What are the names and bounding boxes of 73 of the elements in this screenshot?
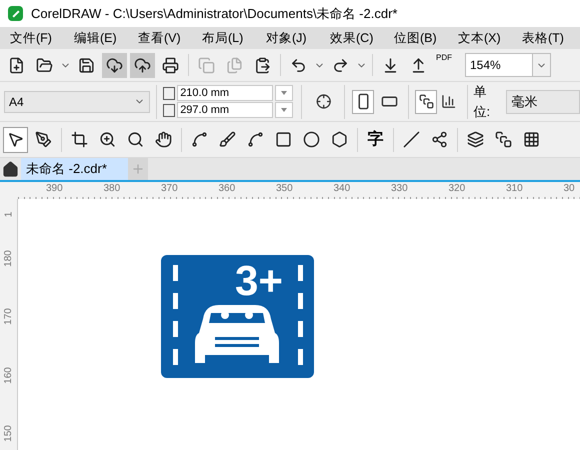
- paste-icon: [254, 56, 271, 74]
- ruler-label: 390: [46, 182, 64, 196]
- ruler-label: 150: [2, 425, 15, 442]
- ruler-label: 310: [506, 182, 524, 196]
- pointer-icon: [7, 131, 24, 148]
- redo-icon: [332, 56, 349, 74]
- toolbar-button[interactable]: [102, 52, 127, 78]
- ruler-label: 160: [2, 366, 15, 384]
- rectangle-icon: [275, 131, 292, 148]
- units-dropdown[interactable]: 毫米: [506, 90, 580, 114]
- crop-icon: [71, 131, 88, 148]
- hand-icon: [155, 131, 172, 148]
- pages-icon: [418, 94, 434, 109]
- line-icon: [403, 131, 420, 148]
- new-document-icon: [8, 56, 25, 74]
- menu-item[interactable]: 表格(T): [512, 28, 576, 48]
- plus-icon: [131, 162, 145, 176]
- menu-item[interactable]: 对象(J): [256, 28, 320, 48]
- open-folder-icon: [36, 56, 53, 74]
- app-logo-icon: [8, 6, 23, 21]
- window-title: CorelDRAW - C:\Users\Administrator\Documents\未命名 -2.cdr*: [31, 4, 398, 23]
- menu-item[interactable]: 文本(X): [448, 28, 512, 48]
- tool-button[interactable]: 字: [363, 126, 388, 152]
- polygon-icon: [331, 131, 348, 148]
- print-icon: [162, 56, 179, 74]
- sign-label: 3+: [235, 257, 283, 304]
- home-icon: [2, 160, 19, 178]
- import-icon: [382, 56, 399, 74]
- current-page-icon: [441, 93, 457, 110]
- zoom-field[interactable]: 154%: [465, 53, 551, 77]
- ruler-label: 350: [276, 182, 294, 196]
- search-icon: [127, 131, 144, 148]
- page-height-field[interactable]: 297.0 mm: [177, 102, 274, 118]
- width-icon: [163, 86, 176, 100]
- tool-button[interactable]: [3, 126, 28, 152]
- menu-item[interactable]: 效果(C): [320, 28, 384, 48]
- menu-item[interactable]: 文件(F): [0, 28, 64, 48]
- cloud-upload-icon: [134, 56, 151, 74]
- ruler-label: 180: [2, 250, 15, 267]
- ruler-label: 360: [218, 182, 236, 196]
- ruler-label: 330: [391, 182, 409, 196]
- menu-item[interactable]: 编辑(E): [64, 28, 128, 48]
- page-width-field[interactable]: 210.0 mm: [177, 85, 274, 101]
- all-pages-button[interactable]: [415, 90, 438, 114]
- save-icon: [78, 56, 95, 74]
- toolbar-button[interactable]: [130, 52, 155, 78]
- curve-icon: [191, 131, 208, 148]
- ruler-label: 320: [448, 182, 466, 196]
- shape-tool-icon: [35, 131, 52, 148]
- ruler-label: 370: [161, 182, 179, 196]
- page-options-icon: [316, 93, 332, 110]
- ruler-label: 30: [564, 182, 576, 196]
- menu-item[interactable]: 位图(B): [384, 28, 448, 48]
- zoom-icon: [99, 131, 116, 148]
- menu-item[interactable]: 布局(L): [192, 28, 256, 48]
- spin-buttons-icon[interactable]: [275, 85, 294, 101]
- spin-buttons-icon[interactable]: [275, 102, 294, 118]
- portrait-button[interactable]: [352, 90, 374, 114]
- page-size-dropdown[interactable]: A4: [4, 90, 150, 112]
- ruler-label: 380: [104, 182, 122, 196]
- brush-icon: [219, 131, 236, 148]
- height-icon: [163, 104, 176, 116]
- document-tab[interactable]: 未命名 -2.cdr*: [21, 158, 128, 180]
- cloud-download-icon: [106, 56, 123, 74]
- ellipse-icon: [303, 131, 320, 148]
- export-pdf-button[interactable]: PDF: [434, 52, 454, 78]
- export-icon: [410, 56, 427, 74]
- ruler-label: 170: [2, 308, 15, 326]
- undo-icon: [290, 56, 307, 74]
- ruler-label: 340: [334, 182, 352, 196]
- units-label: 单位:: [473, 83, 492, 120]
- menu-item[interactable]: 查看(V): [128, 28, 192, 48]
- ruler-label: 1: [2, 211, 15, 217]
